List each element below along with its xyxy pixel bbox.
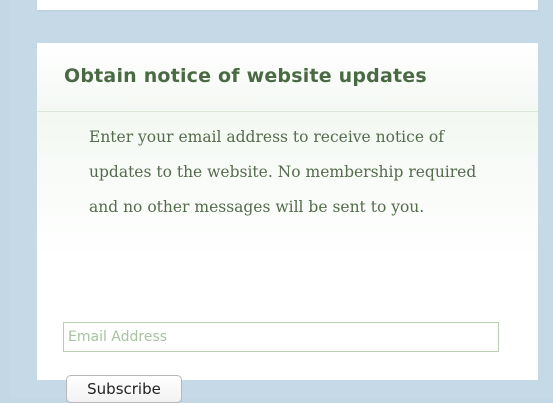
widget-body: Enter your email address to receive noti… [37, 112, 538, 403]
previous-widget-bottom [37, 0, 538, 10]
subscribe-widget: Obtain notice of website updates Enter y… [37, 43, 538, 403]
email-field[interactable] [63, 322, 499, 352]
widget-title: Obtain notice of website updates [64, 65, 427, 87]
widget-description: Enter your email address to receive noti… [89, 128, 477, 216]
subscribe-button[interactable]: Subscribe [66, 375, 182, 403]
widget-header: Obtain notice of website updates [37, 43, 538, 112]
